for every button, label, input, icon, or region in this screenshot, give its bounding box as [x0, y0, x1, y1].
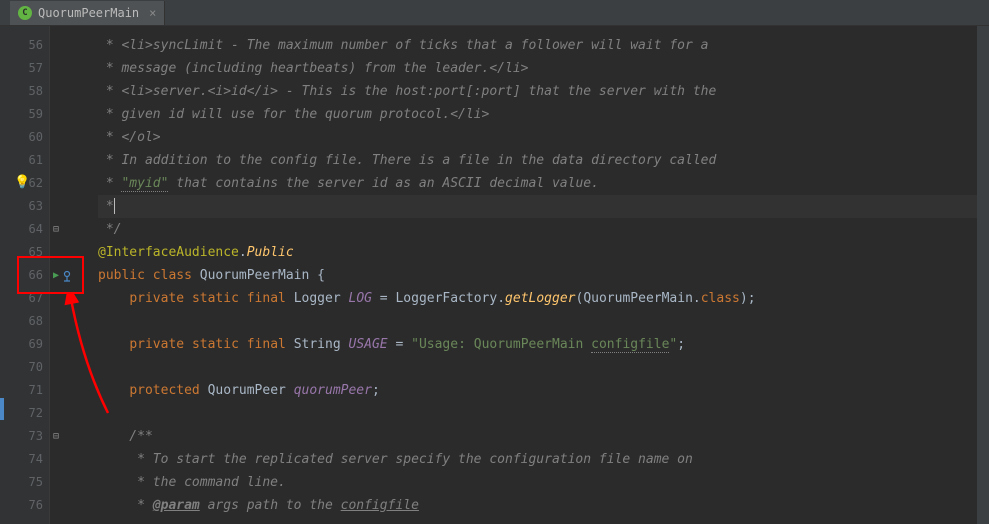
line-number[interactable]: 71 — [0, 379, 49, 402]
scrollbar[interactable] — [977, 26, 989, 524]
line-number[interactable]: 70 — [0, 356, 49, 379]
line-number[interactable]: 65 — [0, 241, 49, 264]
line-number[interactable]: 68 — [0, 310, 49, 333]
line-number[interactable]: 73 — [0, 425, 49, 448]
line-number[interactable]: 56 — [0, 34, 49, 57]
code-area[interactable]: 💡 * <li>syncLimit - The maximum number o… — [50, 26, 989, 524]
line-number[interactable]: 58 — [0, 80, 49, 103]
line-number[interactable]: 74 — [0, 448, 49, 471]
line-number[interactable]: 67 — [0, 287, 49, 310]
line-number[interactable]: 59 — [0, 103, 49, 126]
class-icon: C — [18, 6, 32, 20]
close-icon[interactable]: × — [149, 6, 156, 20]
intention-bulb-icon[interactable]: 💡 — [14, 171, 30, 194]
gutter: 56 57 58 59 60 61 62 63 64 65 66 67 68 6… — [0, 26, 50, 524]
line-number[interactable]: 61 — [0, 149, 49, 172]
line-number[interactable]: 64 — [0, 218, 49, 241]
editor-area: 56 57 58 59 60 61 62 63 64 65 66 67 68 6… — [0, 26, 989, 524]
line-number[interactable]: 75 — [0, 471, 49, 494]
tab-bar: C QuorumPeerMain × — [0, 0, 989, 26]
line-number[interactable]: 72 — [0, 402, 49, 425]
line-number[interactable]: 60 — [0, 126, 49, 149]
line-number[interactable]: 69 — [0, 333, 49, 356]
tab-label: QuorumPeerMain — [38, 6, 139, 20]
line-number[interactable]: 76 — [0, 494, 49, 517]
editor-tab[interactable]: C QuorumPeerMain × — [10, 1, 165, 25]
line-number[interactable]: 66 — [0, 264, 49, 287]
left-marker — [0, 398, 4, 420]
line-number[interactable]: 57 — [0, 57, 49, 80]
line-number[interactable]: 63 — [0, 195, 49, 218]
text-caret — [114, 198, 115, 214]
